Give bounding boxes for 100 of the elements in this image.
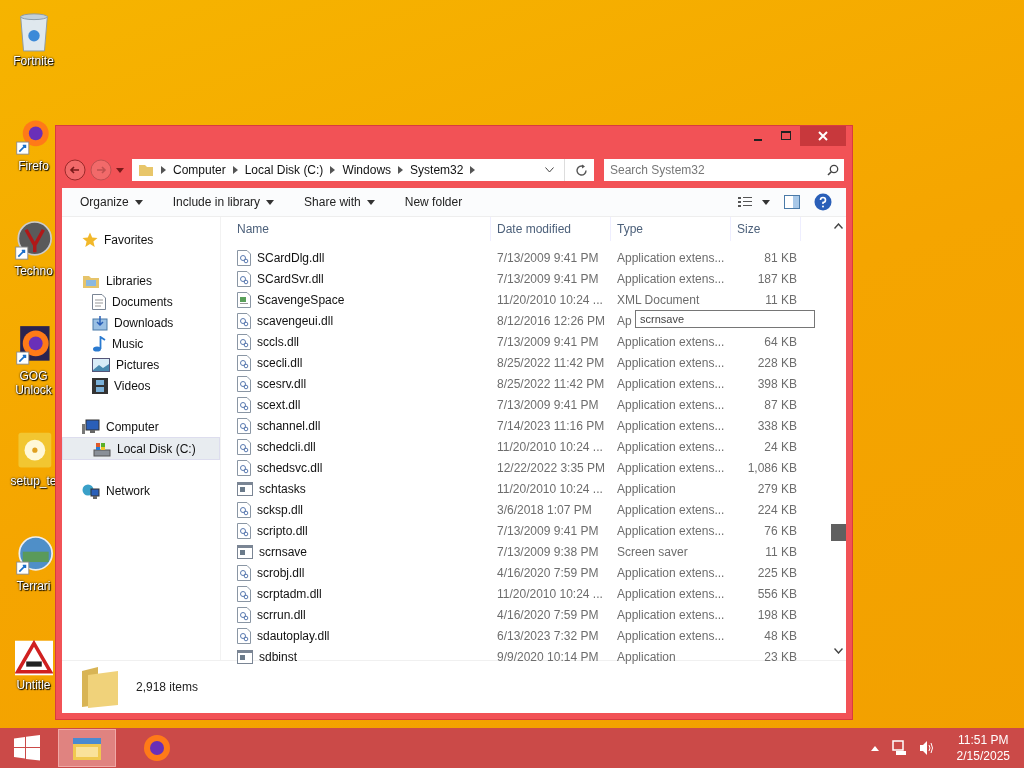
scroll-thumb[interactable] xyxy=(831,524,846,541)
type-cell: Application extens... xyxy=(617,355,725,370)
chevron-icon[interactable] xyxy=(232,166,238,174)
nav-item[interactable]: Libraries xyxy=(62,270,220,291)
breadcrumb[interactable]: Windows xyxy=(342,163,392,177)
help-icon[interactable] xyxy=(814,193,832,211)
date-cell: 7/13/2009 9:41 PM xyxy=(497,271,599,286)
tooltip: scrnsave xyxy=(635,310,815,328)
file-name[interactable]: scext.dll xyxy=(257,397,301,412)
type-cell: Application xyxy=(617,481,676,496)
size-cell: 338 KB xyxy=(757,418,797,433)
clock-time[interactable]: 11:51 PM xyxy=(958,732,1009,748)
chevron-icon[interactable] xyxy=(398,166,404,174)
clock-date[interactable]: 2/15/2025 xyxy=(956,748,1010,764)
file-name[interactable]: schedsvc.dll xyxy=(257,460,323,475)
history-caret-icon[interactable] xyxy=(116,167,124,173)
view-options-icon[interactable] xyxy=(738,196,770,208)
nav-item[interactable]: Videos xyxy=(62,375,220,396)
scroll-up-icon[interactable] xyxy=(834,223,843,229)
file-name[interactable]: scksp.dll xyxy=(257,502,303,517)
toolbar-button[interactable]: Share with xyxy=(304,195,375,209)
file-name[interactable]: schtasks xyxy=(259,481,306,496)
film-strip-icon xyxy=(92,377,108,394)
breadcrumb[interactable]: Computer xyxy=(173,163,226,177)
nav-item[interactable]: Computer xyxy=(62,416,220,437)
date-cell: 12/22/2022 3:35 PM xyxy=(497,460,606,475)
taskbar-button[interactable] xyxy=(58,729,116,767)
file-name[interactable]: scrnsave xyxy=(259,544,308,559)
nav-item[interactable]: Downloads xyxy=(62,312,220,333)
search-field[interactable]: Search System32 xyxy=(604,159,822,181)
type-cell: Application extens... xyxy=(617,607,725,622)
search-button[interactable] xyxy=(822,159,844,181)
file-name[interactable]: SCardDlg.dll xyxy=(257,250,325,265)
nav-item[interactable]: Pictures xyxy=(62,354,220,375)
type-cell: Application extens... xyxy=(617,460,725,475)
dropdown-caret-icon[interactable] xyxy=(545,167,554,173)
toolbar-button[interactable]: New folder xyxy=(404,195,463,209)
back-button[interactable] xyxy=(64,159,86,181)
nav-item[interactable]: Documents xyxy=(62,291,220,312)
nav-item[interactable]: Music xyxy=(62,333,220,354)
type-cell: Application extens... xyxy=(617,418,725,433)
warning-sign-icon[interactable] xyxy=(14,638,53,678)
dll-file-icon xyxy=(237,333,251,350)
date-cell: 7/13/2009 9:41 PM xyxy=(497,250,599,265)
toolbar-button[interactable]: Include in library xyxy=(172,195,275,209)
date-cell: 7/13/2009 9:41 PM xyxy=(497,523,599,538)
size-cell: 1,086 KB xyxy=(747,460,797,475)
file-name[interactable]: scrrun.dll xyxy=(257,607,306,622)
breadcrumb[interactable]: Local Disk (C:) xyxy=(244,163,324,177)
nav-item[interactable]: Local Disk (C:) xyxy=(62,437,220,460)
chevron-icon[interactable] xyxy=(470,166,476,174)
type-cell: Application extens... xyxy=(617,334,725,349)
music-note-icon xyxy=(92,335,106,352)
caret-icon xyxy=(366,199,375,205)
type-cell: Application extens... xyxy=(617,250,725,265)
file-name[interactable]: schannel.dll xyxy=(257,418,321,433)
breadcrumb[interactable]: System32 xyxy=(410,163,464,177)
column-header[interactable]: Date modified xyxy=(491,217,611,241)
size-cell: 187 KB xyxy=(757,271,797,286)
type-cell: Application extens... xyxy=(617,628,725,643)
type-cell: Screen saver xyxy=(617,544,688,559)
nav-item[interactable]: Favorites xyxy=(62,229,220,250)
file-name[interactable]: schedcli.dll xyxy=(257,439,316,454)
scroll-down-icon[interactable] xyxy=(834,648,843,654)
file-name[interactable]: scecli.dll xyxy=(257,355,303,370)
close-icon xyxy=(818,131,828,141)
chevron-icon[interactable] xyxy=(161,166,166,174)
file-name[interactable]: ScavengeSpace xyxy=(257,292,345,307)
dll-file-icon xyxy=(237,249,251,266)
size-cell: 81 KB xyxy=(764,250,797,265)
folder-icon xyxy=(138,163,154,177)
preview-pane-icon[interactable] xyxy=(784,195,800,209)
file-name[interactable]: scavengeui.dll xyxy=(257,313,334,328)
caret-icon xyxy=(266,199,275,205)
speaker-icon[interactable] xyxy=(918,740,935,756)
nav-item[interactable]: Network xyxy=(62,480,220,501)
file-name[interactable]: scrptadm.dll xyxy=(257,586,322,601)
file-name[interactable]: SCardSvr.dll xyxy=(257,271,324,286)
file-name[interactable]: scrobj.dll xyxy=(257,565,305,580)
windows-logo-icon[interactable] xyxy=(14,735,40,761)
refresh-icon[interactable] xyxy=(575,163,588,177)
size-cell: 398 KB xyxy=(757,376,797,391)
file-name[interactable]: scripto.dll xyxy=(257,523,308,538)
toolbar-button[interactable]: Organize xyxy=(80,195,143,209)
network-icon[interactable] xyxy=(890,740,907,756)
column-header[interactable]: Name xyxy=(231,217,491,241)
maximize-icon xyxy=(781,131,791,141)
column-header[interactable]: Size xyxy=(731,217,801,241)
close-button[interactable] xyxy=(800,126,846,146)
chevron-icon[interactable] xyxy=(330,166,336,174)
type-cell: Application xyxy=(617,649,676,664)
dll-file-icon xyxy=(237,585,251,602)
file-name[interactable]: scesrv.dll xyxy=(257,376,307,391)
file-name[interactable]: sdbinst xyxy=(259,649,298,664)
address-bar[interactable]: Computer Local Disk (C:) Windows System32 xyxy=(132,159,594,181)
date-cell: 7/13/2009 9:41 PM xyxy=(497,397,599,412)
show-hidden-icons-icon[interactable] xyxy=(870,745,879,751)
column-header[interactable]: Type xyxy=(611,217,731,241)
file-name[interactable]: sccls.dll xyxy=(257,334,299,349)
file-name[interactable]: sdautoplay.dll xyxy=(257,628,330,643)
